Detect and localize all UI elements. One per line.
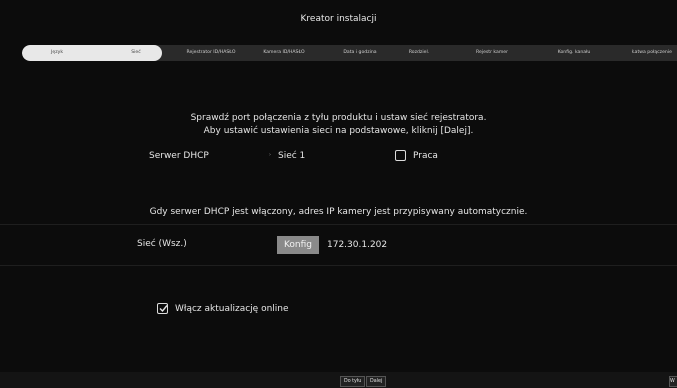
wizard-steps: Język Sieć Rejestrator ID/HASŁO Kamera I…	[22, 45, 677, 61]
footer-bar	[0, 372, 677, 388]
network-arrow-icon: ›	[269, 152, 271, 158]
divider	[0, 224, 677, 225]
praca-label: Praca	[413, 151, 438, 161]
online-update-label: Włącz aktualizację online	[175, 304, 289, 314]
step-easy-connection[interactable]: Łatwa połączenie	[632, 45, 672, 61]
network-all-label: Sieć (Wsz.)	[137, 239, 187, 249]
step-date-time[interactable]: Data i godzina	[343, 45, 376, 61]
dhcp-note: Gdy serwer DHCP jest włączony, adres IP …	[149, 207, 528, 217]
back-button[interactable]: Do tyłu	[340, 376, 366, 387]
praca-checkbox[interactable]	[395, 150, 406, 161]
checkmark-icon	[159, 305, 168, 313]
step-channel-config[interactable]: Konfig. kanału	[558, 45, 591, 61]
next-button[interactable]: Dalej	[366, 376, 387, 387]
step-network[interactable]: Sieć	[131, 45, 141, 61]
instruction-line-1: Sprawdź port połączenia z tyłu produktu …	[190, 113, 487, 123]
window-title: Kreator instalacji	[300, 14, 377, 24]
step-language[interactable]: Język	[51, 45, 63, 61]
instruction-line-2: Aby ustawić ustawienia sieci na podstawo…	[203, 126, 474, 136]
dhcp-network-value[interactable]: Sieć 1	[278, 151, 305, 161]
step-recorder-id[interactable]: Rejestrator ID/HASŁO	[187, 45, 236, 61]
divider	[0, 265, 677, 266]
step-camera-register[interactable]: Rejestr kamer	[476, 45, 508, 61]
corner-button[interactable]: W	[669, 376, 677, 387]
ip-address-value: 172.30.1.202	[327, 240, 388, 250]
step-resolution[interactable]: Rozdziel.	[409, 45, 429, 61]
step-camera-id[interactable]: Kamera ID/HASŁO	[263, 45, 304, 61]
online-update-checkbox[interactable]	[157, 303, 168, 314]
konfig-button[interactable]: Konfig	[277, 236, 319, 254]
dhcp-server-label: Serwer DHCP	[149, 151, 209, 161]
